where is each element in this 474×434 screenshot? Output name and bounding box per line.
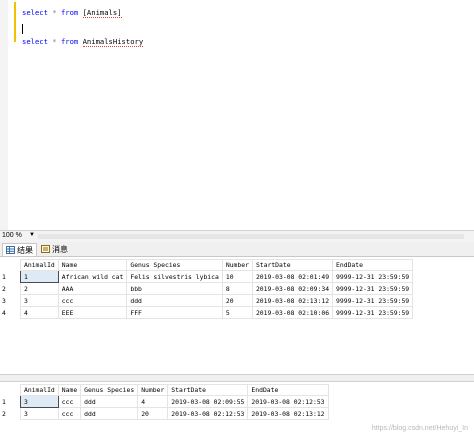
cell[interactable]: 2019-03-08 02:12:53: [247, 395, 329, 408]
header-row: AnimalId Name Genus Species Number Start…: [0, 259, 414, 271]
cell[interactable]: African wild cat: [57, 270, 128, 283]
operator: *: [52, 37, 57, 46]
column-header[interactable]: Name: [57, 384, 82, 396]
cell[interactable]: 2019-03-08 02:10:06: [251, 306, 334, 319]
column-header[interactable]: Genus Species: [126, 259, 223, 271]
cell[interactable]: AAA: [57, 282, 128, 295]
cell[interactable]: FFF: [126, 306, 223, 319]
result-table-1: AnimalId Name Genus Species Number Start…: [0, 259, 414, 319]
sql-editor[interactable]: select * from [Animals] select * from An…: [0, 0, 474, 230]
column-header[interactable]: EndDate: [247, 384, 329, 396]
table-identifier: [Animals]: [82, 8, 122, 18]
horizontal-scrollbar[interactable]: [38, 234, 464, 239]
cell[interactable]: 20: [221, 294, 253, 307]
table-row[interactable]: 2 3 ccc ddd 20 2019-03-08 02:12:53 2019-…: [0, 407, 329, 420]
cell[interactable]: ddd: [126, 294, 223, 307]
keyword: select: [22, 8, 48, 17]
column-header[interactable]: Name: [57, 259, 128, 271]
keyword: from: [60, 8, 79, 17]
cell[interactable]: 2019-03-08 02:09:34: [251, 282, 334, 295]
cell[interactable]: Felis silvestris lybica: [126, 270, 223, 283]
column-header[interactable]: EndDate: [332, 259, 414, 271]
watermark: https://blog.csdn.net/Hehuyi_In: [371, 425, 468, 432]
message-icon: [41, 245, 50, 253]
cell[interactable]: 2019-03-08 02:01:49: [251, 270, 334, 283]
row-number[interactable]: 2: [0, 282, 21, 295]
editor-gutter: [0, 0, 8, 230]
table-row[interactable]: 1 1 African wild cat Felis silvestris ly…: [0, 270, 414, 283]
column-header[interactable]: Number: [137, 384, 169, 396]
column-header[interactable]: Number: [221, 259, 253, 271]
code-line-2[interactable]: select * from AnimalsHistory: [22, 37, 144, 47]
result-table-2: AnimalId Name Genus Species Number Start…: [0, 384, 329, 420]
zoom-bar: 100 % ▼: [0, 230, 474, 242]
table-row[interactable]: 3 3 ccc ddd 20 2019-03-08 02:13:12 9999-…: [0, 294, 414, 307]
cell[interactable]: 2019-03-08 02:09:55: [167, 395, 249, 408]
cell[interactable]: 2: [20, 282, 59, 295]
cell[interactable]: 4: [137, 395, 169, 408]
table-row[interactable]: 2 2 AAA bbb 8 2019-03-08 02:09:34 9999-1…: [0, 282, 414, 295]
column-header[interactable]: AnimalId: [20, 259, 59, 271]
grid-icon: [6, 246, 15, 254]
results-tabs: 结果 消息: [0, 242, 474, 257]
row-number[interactable]: 4: [0, 306, 21, 319]
text-caret: [22, 24, 23, 34]
tab-label: 消息: [52, 244, 68, 254]
cell[interactable]: 5: [221, 306, 253, 319]
column-header[interactable]: Genus Species: [80, 384, 139, 396]
header-row: AnimalId Name Genus Species Number Start…: [0, 384, 329, 396]
column-header[interactable]: StartDate: [251, 259, 334, 271]
zoom-level[interactable]: 100 %: [2, 232, 22, 239]
cell[interactable]: 9999-12-31 23:59:59: [332, 270, 414, 283]
cell[interactable]: ccc: [57, 294, 128, 307]
cell[interactable]: 20: [137, 407, 169, 420]
cell[interactable]: ccc: [57, 407, 82, 420]
code-line-1[interactable]: select * from [Animals]: [22, 8, 122, 18]
tab-label: 结果: [17, 245, 33, 255]
corner-cell[interactable]: [0, 384, 21, 396]
result-grid-2: AnimalId Name Genus Species Number Start…: [0, 384, 329, 420]
keyword: from: [60, 37, 79, 46]
column-header[interactable]: StartDate: [167, 384, 249, 396]
cell[interactable]: 9999-12-31 23:59:59: [332, 306, 414, 319]
cell[interactable]: 8: [221, 282, 253, 295]
results-splitter[interactable]: [0, 374, 474, 382]
row-number[interactable]: 1: [0, 270, 21, 283]
cell[interactable]: 3: [20, 407, 59, 420]
corner-cell[interactable]: [0, 259, 21, 271]
cell[interactable]: 10: [221, 270, 253, 283]
row-number[interactable]: 1: [0, 395, 21, 408]
table-identifier: AnimalsHistory: [82, 37, 144, 47]
cell[interactable]: ddd: [80, 407, 139, 420]
tab-messages[interactable]: 消息: [38, 243, 71, 255]
cell[interactable]: ddd: [80, 395, 139, 408]
column-header[interactable]: AnimalId: [20, 384, 59, 396]
cell[interactable]: 2019-03-08 02:12:53: [167, 407, 249, 420]
cell[interactable]: 3: [20, 294, 59, 307]
cell[interactable]: bbb: [126, 282, 223, 295]
result-grid-1: AnimalId Name Genus Species Number Start…: [0, 259, 414, 319]
cell[interactable]: 9999-12-31 23:59:59: [332, 282, 414, 295]
cell[interactable]: 4: [20, 306, 59, 319]
table-row[interactable]: 4 4 EEE FFF 5 2019-03-08 02:10:06 9999-1…: [0, 306, 414, 319]
cell-selected[interactable]: 3: [20, 395, 59, 408]
table-row[interactable]: 1 3 ccc ddd 4 2019-03-08 02:09:55 2019-0…: [0, 395, 329, 408]
cell-selected[interactable]: 1: [20, 270, 59, 283]
cell[interactable]: ccc: [57, 395, 82, 408]
cell[interactable]: EEE: [57, 306, 128, 319]
tab-results[interactable]: 结果: [2, 243, 37, 256]
change-indicator-bar: [14, 2, 16, 42]
operator: *: [52, 8, 57, 17]
chevron-down-icon[interactable]: ▼: [29, 232, 35, 238]
row-number[interactable]: 3: [0, 294, 21, 307]
keyword: select: [22, 37, 48, 46]
cell[interactable]: 2019-03-08 02:13:12: [251, 294, 334, 307]
cell[interactable]: 9999-12-31 23:59:59: [332, 294, 414, 307]
row-number[interactable]: 2: [0, 407, 21, 420]
cell[interactable]: 2019-03-08 02:13:12: [247, 407, 329, 420]
